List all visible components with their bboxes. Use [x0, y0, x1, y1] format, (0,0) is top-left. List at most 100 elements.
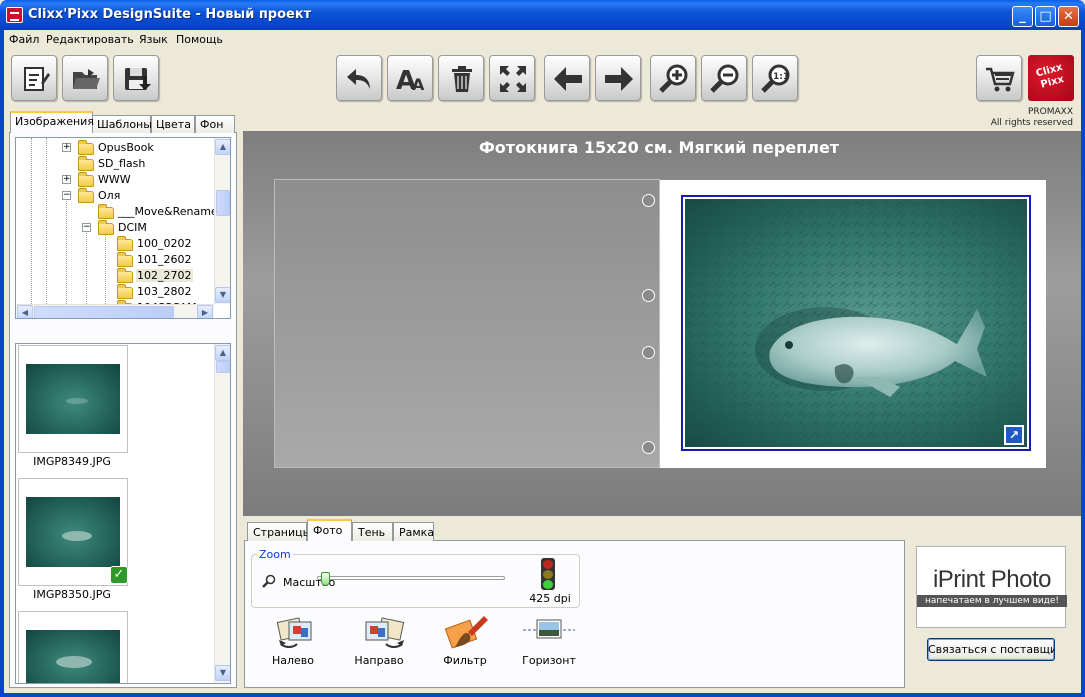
vendor-banner-title: iPrint Photo [932, 566, 1052, 593]
canvas-title: Фотокнига 15x20 см. Мягкий переплет [478, 138, 840, 157]
rotate-left-label: Налево [271, 654, 315, 667]
scroll-up-icon[interactable]: ▲ [215, 139, 230, 155]
thumbnail-image [26, 497, 120, 567]
brand-name: PROMAXX [1027, 107, 1073, 117]
tab-images[interactable]: Изображения [10, 111, 94, 133]
folder-tree[interactable]: + OpusBook SD_flash + WWW − Оля ___Move&… [15, 137, 231, 319]
folder-icon [117, 236, 133, 251]
maximize-button[interactable]: □ [1035, 6, 1056, 27]
folder-icon [78, 172, 94, 187]
tab-background[interactable]: Фон [195, 115, 235, 133]
tab-frame[interactable]: Рамка [393, 522, 434, 541]
previous-button[interactable] [544, 55, 590, 101]
folder-icon [117, 252, 133, 267]
tree-item-label: 100_0202 [137, 237, 192, 250]
delete-button[interactable] [438, 55, 484, 101]
binding-hole [642, 346, 655, 359]
close-button[interactable]: ✕ [1058, 6, 1079, 27]
tab-photo[interactable]: Фото [307, 519, 352, 541]
scroll-thumb[interactable] [216, 361, 230, 373]
contact-vendor-button[interactable]: Связаться с поставщиком [927, 638, 1055, 661]
save-button[interactable] [113, 55, 159, 101]
menu-file[interactable]: Файл [9, 33, 39, 46]
svg-text:1:1: 1:1 [773, 72, 789, 82]
filter-brush-icon[interactable] [438, 614, 494, 650]
tree-item-label: 102_2702 [136, 269, 193, 282]
horizon-icon[interactable] [521, 614, 577, 650]
expand-icon[interactable]: + [62, 175, 71, 184]
fish-shape [62, 531, 92, 541]
zoom-slider-handle[interactable] [321, 572, 330, 586]
menu-edit[interactable]: Редактировать [46, 33, 134, 46]
scroll-right-icon[interactable]: ▶ [197, 305, 213, 318]
undo-icon [347, 69, 370, 89]
collapse-icon[interactable]: − [62, 191, 71, 200]
tab-colors[interactable]: Цвета [151, 115, 195, 133]
zoom-legend: Zoom [257, 548, 293, 561]
green-light [543, 580, 553, 589]
folder-icon [78, 156, 94, 171]
zoom-in-button[interactable] [650, 55, 696, 101]
thumbnail-scrollbar[interactable]: ▲ ▼ [214, 344, 230, 683]
collapse-icon[interactable]: − [82, 223, 91, 232]
rotate-left-icon[interactable] [273, 614, 329, 650]
scroll-thumb[interactable] [216, 190, 230, 216]
fit-button[interactable] [489, 55, 535, 101]
thumbnail-card[interactable]: ✓ [18, 478, 128, 586]
tab-pages[interactable]: Страницы [247, 522, 311, 541]
open-button[interactable] [62, 55, 108, 101]
tab-templates[interactable]: Шаблоны [92, 115, 152, 133]
zoom-actual-size-button[interactable]: 1:1 [752, 55, 798, 101]
next-button[interactable] [595, 55, 641, 101]
tree-vertical-scrollbar[interactable]: ▲ ▼ [214, 138, 230, 304]
folder-icon [78, 188, 94, 203]
window-border-bottom [0, 693, 1085, 697]
replace-photo-icon[interactable]: ↗ [1004, 425, 1024, 445]
tree-item-label: WWW [98, 173, 131, 186]
folder-icon [98, 204, 114, 219]
placed-photo[interactable] [685, 199, 1027, 447]
rotate-right-label: Направо [354, 654, 404, 667]
brand-rights: All rights reserved [990, 118, 1073, 128]
window-title: Clixx'Pixx DesignSuite - Новый проект [28, 7, 312, 22]
magnifier-icon [262, 574, 276, 588]
menu-language[interactable]: Язык [139, 33, 168, 46]
folder-icon [117, 268, 133, 283]
scroll-left-icon[interactable]: ◀ [17, 305, 33, 318]
rotate-right-icon[interactable] [356, 614, 412, 650]
thumbnail-card[interactable] [18, 345, 128, 453]
expand-icon[interactable]: + [62, 143, 71, 152]
tree-guide [46, 138, 47, 318]
vendor-banner-slogan: напечатаем в лучшем виде! [917, 595, 1067, 607]
brand-logo: Clixx Pixx [1028, 55, 1074, 101]
scroll-down-icon[interactable]: ▼ [215, 287, 230, 303]
binding-hole [642, 441, 655, 454]
tree-item-label: ___Move&Rename [118, 205, 218, 218]
cart-button[interactable] [976, 55, 1022, 101]
tree-guide [66, 196, 67, 318]
tab-shadow[interactable]: Тень [352, 522, 393, 541]
minimize-button[interactable]: _ [1012, 6, 1033, 27]
text-button[interactable]: AA [387, 55, 433, 101]
new-project-button[interactable] [11, 55, 57, 101]
left-page[interactable] [274, 179, 660, 468]
folder-icon [98, 220, 114, 235]
scroll-thumb[interactable] [34, 306, 174, 318]
tree-guide [31, 138, 32, 318]
tree-horizontal-scrollbar[interactable]: ◀ ▶ [16, 304, 214, 318]
app-logo-icon [6, 7, 23, 23]
menu-help[interactable]: Помощь [176, 33, 223, 46]
shopping-cart-icon [986, 67, 1015, 92]
zoom-slider[interactable] [317, 576, 505, 580]
edit-document-icon [24, 67, 50, 91]
scroll-down-icon[interactable]: ▼ [215, 665, 230, 681]
thumbnail-list[interactable]: IMGP8349.JPG ✓ IMGP8350.JPG ▲ ▼ [15, 343, 231, 684]
scroll-up-icon[interactable]: ▲ [215, 345, 230, 361]
undo-button[interactable] [336, 55, 382, 101]
filter-label: Фильтр [443, 654, 487, 667]
save-disk-icon [125, 68, 151, 90]
thumbnail-card[interactable] [18, 611, 128, 683]
zoom-out-button[interactable] [701, 55, 747, 101]
zoom-1-1-icon: 1:1 [761, 64, 790, 93]
trash-icon [452, 66, 472, 92]
